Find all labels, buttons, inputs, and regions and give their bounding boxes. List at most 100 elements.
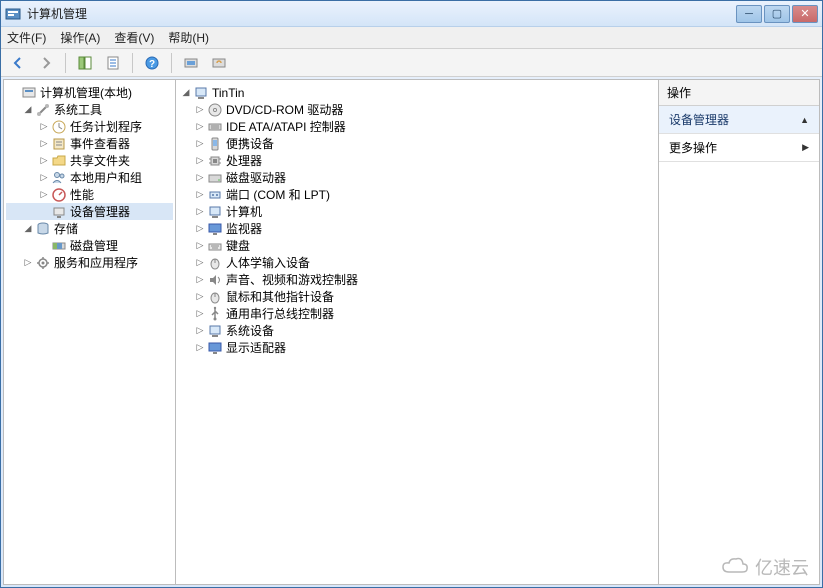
expand-icon[interactable]: ▷ [194,291,206,303]
expand-icon[interactable]: ▷ [194,121,206,133]
services-icon [35,255,51,271]
expand-icon[interactable]: ▷ [194,104,206,116]
computer-mgmt-icon [21,85,37,101]
expand-icon[interactable]: ▷ [194,308,206,320]
expander-icon[interactable] [38,206,50,218]
device-mouse[interactable]: ▷ 鼠标和其他指针设备 [178,288,656,305]
tree-task-scheduler[interactable]: ▷ 任务计划程序 [6,118,173,135]
window-title: 计算机管理 [27,5,736,22]
device-dvd[interactable]: ▷DVD/CD-ROM 驱动器 [178,101,656,118]
nav-tree-pane: 计算机管理(本地) ◢ 系统工具 ▷ 任务计划程序 ▷ 事件查看器 ▷ 共享文件… [4,80,176,584]
device-label: 通用串行总线控制器 [226,305,334,322]
expand-icon[interactable]: ▷ [194,155,206,167]
menu-file[interactable]: 文件(F) [7,29,46,46]
expand-icon[interactable]: ▷ [194,172,206,184]
expander-icon[interactable] [8,87,20,99]
device-keyboard[interactable]: ▷键盘 [178,237,656,254]
expand-icon[interactable]: ▷ [38,138,50,150]
more-label: 更多操作 [669,139,717,156]
content-area: 计算机管理(本地) ◢ 系统工具 ▷ 任务计划程序 ▷ 事件查看器 ▷ 共享文件… [3,79,820,585]
tree-system-tools[interactable]: ◢ 系统工具 [6,101,173,118]
expand-icon[interactable]: ▷ [194,274,206,286]
expander-icon[interactable] [38,240,50,252]
tree-label: 性能 [70,186,94,203]
tree-device-manager[interactable]: 设备管理器 [6,203,173,220]
tools-icon [35,102,51,118]
expand-icon[interactable]: ▷ [194,342,206,354]
maximize-button[interactable]: ▢ [764,5,790,23]
expand-icon[interactable]: ▷ [194,257,206,269]
expand-icon[interactable]: ▷ [38,155,50,167]
expand-icon[interactable]: ▷ [194,206,206,218]
device-monitor[interactable]: ▷ 监视器 [178,220,656,237]
device-label: IDE ATA/ATAPI 控制器 [226,118,346,135]
device-computer[interactable]: ▷ 计算机 [178,203,656,220]
device-label: TinTin [212,86,244,100]
actions-section-title[interactable]: 设备管理器 ▲ [659,106,819,134]
device-processors[interactable]: ▷ 处理器 [178,152,656,169]
properties-button[interactable] [102,52,124,74]
sound-icon [207,272,223,288]
menu-action[interactable]: 操作(A) [60,29,100,46]
device-label: 计算机 [226,203,262,220]
section-label: 设备管理器 [669,111,729,128]
menu-help[interactable]: 帮助(H) [168,29,209,46]
expand-icon[interactable]: ▷ [194,189,206,201]
forward-button[interactable] [35,52,57,74]
device-hid[interactable]: ▷ 人体学输入设备 [178,254,656,271]
tree-event-viewer[interactable]: ▷ 事件查看器 [6,135,173,152]
hdd-icon [207,170,223,186]
device-label: 监视器 [226,220,262,237]
expand-icon[interactable]: ▷ [38,189,50,201]
expand-icon[interactable]: ▷ [38,172,50,184]
app-window: 计算机管理 ─ ▢ ✕ 文件(F) 操作(A) 查看(V) 帮助(H) ? 计算… [0,0,823,588]
storage-icon [35,221,51,237]
ide-icon [207,119,223,135]
device-label: 显示适配器 [226,339,286,356]
collapse-up-icon[interactable]: ▲ [800,115,809,125]
tree-shared-folders[interactable]: ▷ 共享文件夹 [6,152,173,169]
actions-pane: 操作 设备管理器 ▲ 更多操作 ▶ [659,80,819,584]
titlebar: 计算机管理 ─ ▢ ✕ [1,1,822,27]
refresh-button[interactable] [208,52,230,74]
cpu-icon [207,153,223,169]
help-button[interactable]: ? [141,52,163,74]
tree-storage[interactable]: ◢ 存储 [6,220,173,237]
expand-icon[interactable]: ▷ [194,325,206,337]
actions-more[interactable]: 更多操作 ▶ [659,134,819,162]
device-disk-drives[interactable]: ▷磁盘驱动器 [178,169,656,186]
close-button[interactable]: ✕ [792,5,818,23]
tree-services-apps[interactable]: ▷ 服务和应用程序 [6,254,173,271]
usb-icon [207,306,223,322]
device-system[interactable]: ▷系统设备 [178,322,656,339]
device-usb[interactable]: ▷ 通用串行总线控制器 [178,305,656,322]
tree-disk-mgmt[interactable]: 磁盘管理 [6,237,173,254]
menu-view[interactable]: 查看(V) [114,29,154,46]
collapse-icon[interactable]: ◢ [22,223,34,235]
back-button[interactable] [7,52,29,74]
device-sound[interactable]: ▷声音、视频和游戏控制器 [178,271,656,288]
device-ide[interactable]: ▷ IDE ATA/ATAPI 控制器 [178,118,656,135]
tree-root-computer-mgmt[interactable]: 计算机管理(本地) [6,84,173,101]
expand-icon[interactable]: ▷ [194,223,206,235]
expand-icon[interactable]: ▷ [22,257,34,269]
expand-icon[interactable]: ▷ [194,138,206,150]
window-controls: ─ ▢ ✕ [736,5,818,23]
hid-icon [207,255,223,271]
tree-local-users[interactable]: ▷ 本地用户和组 [6,169,173,186]
expand-icon[interactable]: ▷ [194,240,206,252]
device-label: 鼠标和其他指针设备 [226,288,334,305]
device-display[interactable]: ▷ 显示适配器 [178,339,656,356]
show-hide-tree-button[interactable] [74,52,96,74]
expand-icon[interactable]: ▷ [38,121,50,133]
collapse-icon[interactable]: ◢ [22,104,34,116]
scan-button[interactable] [180,52,202,74]
device-label: 处理器 [226,152,262,169]
tree-performance[interactable]: ▷ 性能 [6,186,173,203]
device-ports[interactable]: ▷端口 (COM 和 LPT) [178,186,656,203]
device-portable[interactable]: ▷便携设备 [178,135,656,152]
collapse-icon[interactable]: ◢ [180,87,192,99]
minimize-button[interactable]: ─ [736,5,762,23]
device-label: 人体学输入设备 [226,254,310,271]
device-root[interactable]: ◢ TinTin [178,84,656,101]
